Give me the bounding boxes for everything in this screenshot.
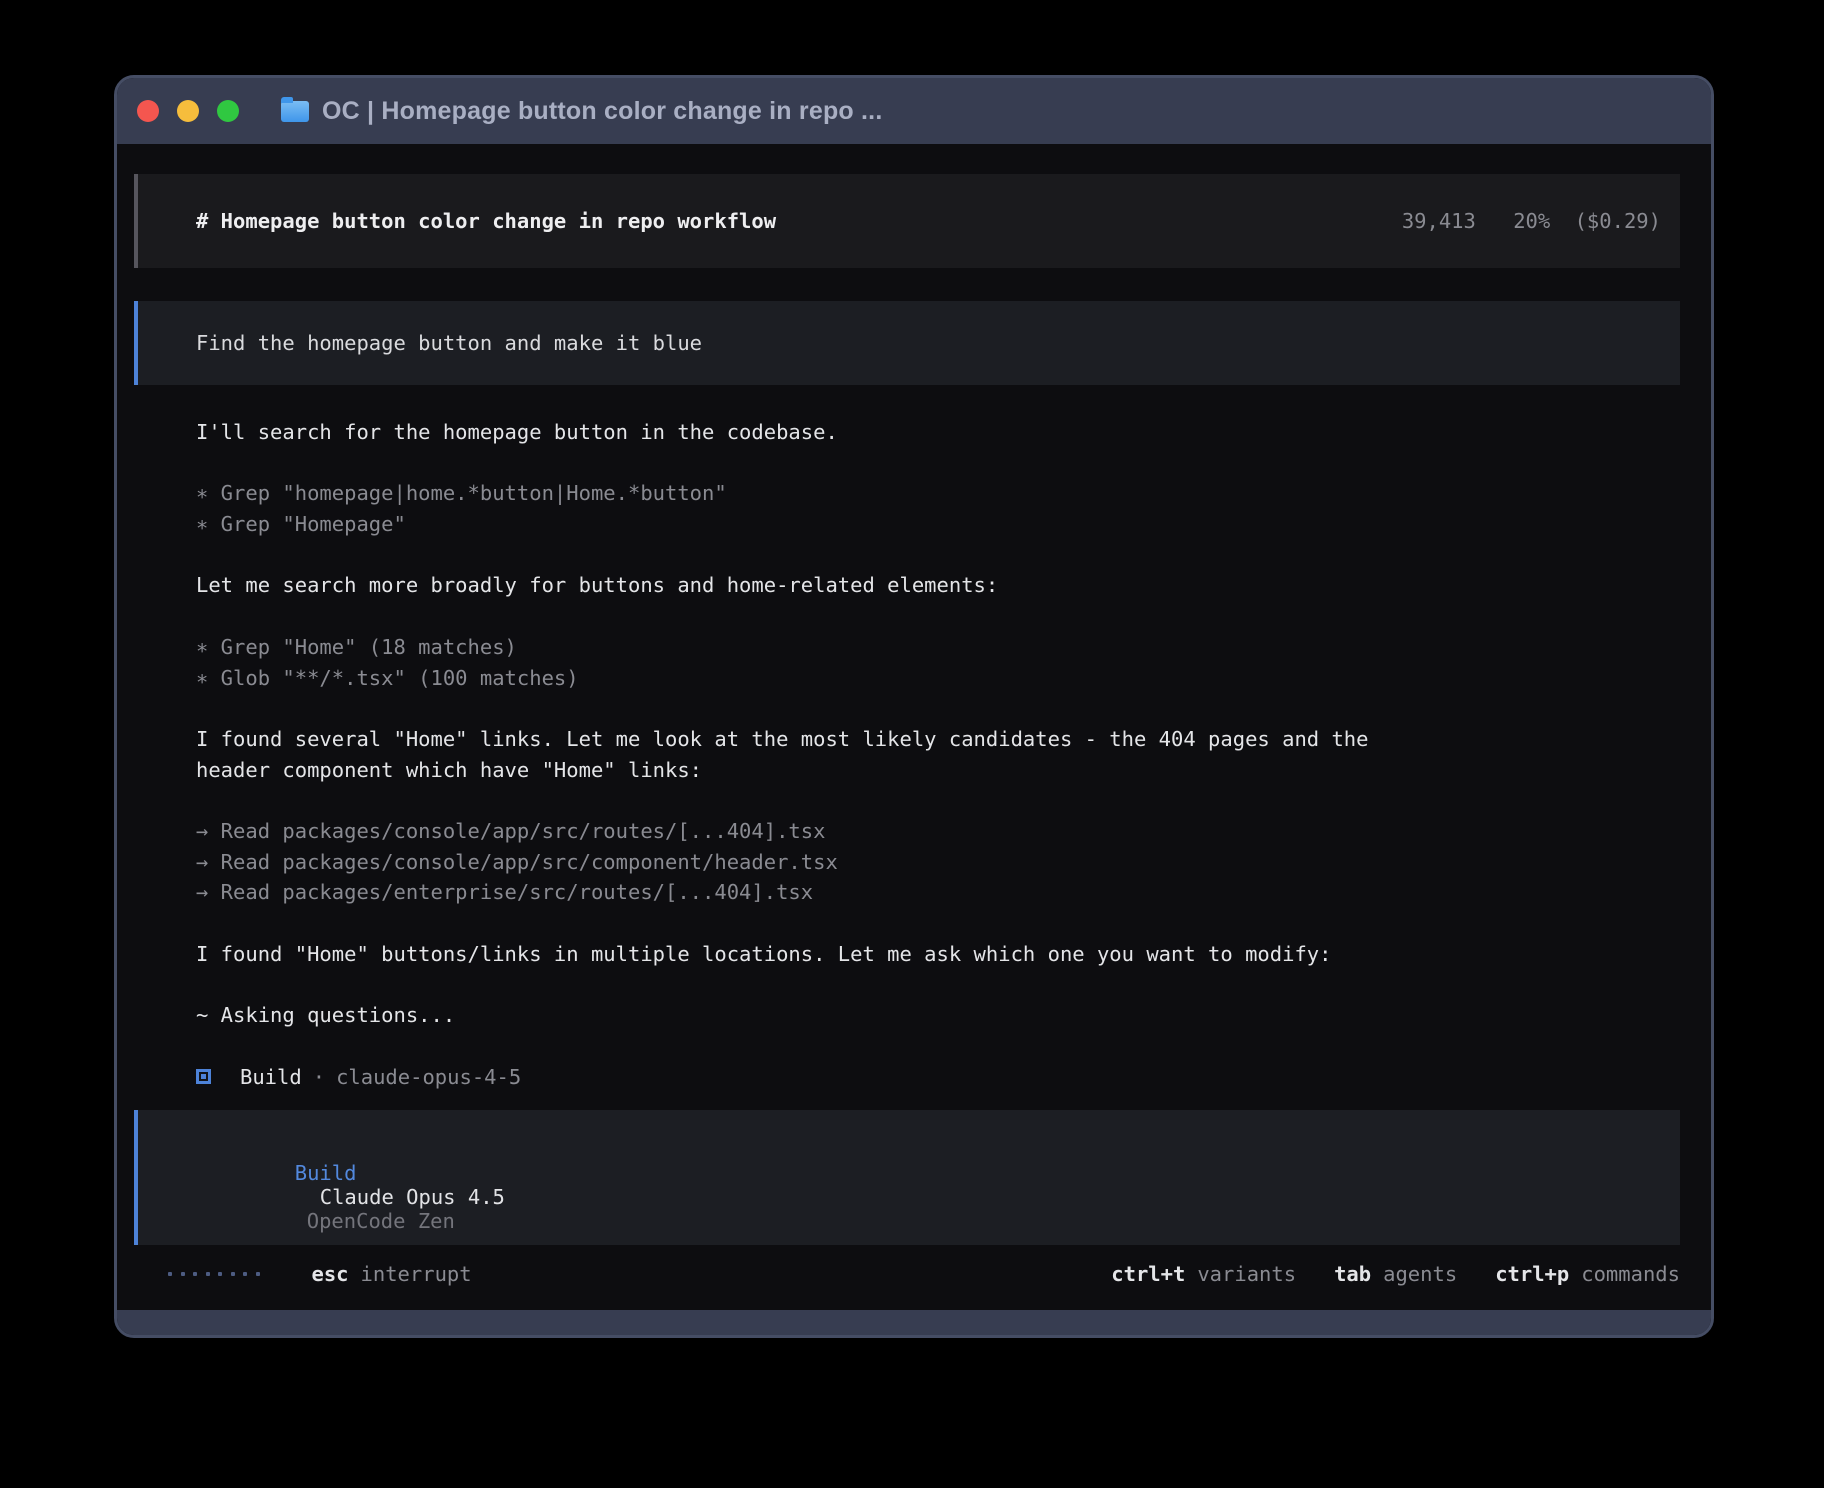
spinner-dot [256, 1272, 260, 1276]
transcript-blank-line [196, 540, 1680, 571]
keyboard-hints: ctrl+t variants tab agents ctrl+p comman… [1111, 1262, 1680, 1286]
transcript-line: → Read packages/console/app/src/componen… [196, 847, 1680, 878]
terminal-window: OC | Homepage button color change in rep… [114, 75, 1714, 1338]
input-model-label: Claude Opus 4.5 [320, 1185, 505, 1209]
esc-key: esc [312, 1262, 349, 1286]
agent-separator: · [313, 1065, 325, 1089]
transcript-line: I found "Home" buttons/links in multiple… [196, 939, 1680, 970]
spinner-dot [231, 1272, 235, 1276]
agent-status-row: Build · claude-opus-4-5 [196, 1061, 1680, 1092]
transcript-line: header component which have "Home" links… [196, 755, 1680, 786]
session-header: # Homepage button color change in repo w… [134, 174, 1680, 268]
close-button[interactable] [137, 100, 159, 122]
commands-hint: ctrl+p commands [1495, 1262, 1680, 1286]
transcript-blank-line [196, 785, 1680, 816]
input-provider-label: OpenCode Zen [307, 1209, 455, 1233]
transcript-blank-line [196, 908, 1680, 939]
terminal-content: # Homepage button color change in repo w… [117, 144, 1711, 1316]
agent-model: claude-opus-4-5 [336, 1065, 521, 1089]
transcript-blank-line [196, 693, 1680, 724]
transcript-line: → Read packages/console/app/src/routes/[… [196, 816, 1680, 847]
agents-hint: tab agents [1334, 1262, 1457, 1286]
context-percentage: 20% [1513, 209, 1550, 233]
transcript-blank-line [196, 969, 1680, 1000]
spinner-dot [243, 1272, 247, 1276]
transcript-line: ~ Asking questions... [196, 1000, 1680, 1031]
build-agent-icon [196, 1069, 211, 1084]
window-bottom-edge [117, 1310, 1711, 1335]
window-title: OC | Homepage button color change in rep… [322, 97, 882, 126]
agent-name: Build [240, 1065, 302, 1089]
zoom-button[interactable] [217, 100, 239, 122]
transcript-blank-line [196, 448, 1680, 479]
transcript-line: → Read packages/enterprise/src/routes/[.… [196, 877, 1680, 908]
spinner-dots [168, 1272, 260, 1276]
variants-hint: ctrl+t variants [1111, 1262, 1296, 1286]
spinner-dot [206, 1272, 210, 1276]
token-count: 39,413 [1402, 209, 1476, 233]
transcript-line: Let me search more broadly for buttons a… [196, 570, 1680, 601]
session-stats: 39,413 20% ($0.29) [1402, 209, 1661, 233]
transcript: I'll search for the homepage button in t… [196, 417, 1680, 1061]
spinner-dot [168, 1272, 172, 1276]
traffic-lights [137, 100, 239, 122]
spinner-dot [181, 1272, 185, 1276]
spinner-dot [193, 1272, 197, 1276]
folder-icon [281, 101, 309, 122]
input-agent-label: Build [295, 1161, 357, 1185]
transcript-line: ∗ Grep "Home" (18 matches) [196, 632, 1680, 663]
user-message-text: Find the homepage button and make it blu… [196, 331, 702, 355]
transcript-line: ∗ Grep "homepage|home.*button|Home.*butt… [196, 478, 1680, 509]
transcript-line: ∗ Grep "Homepage" [196, 509, 1680, 540]
spinner-dot [218, 1272, 222, 1276]
transcript-blank-line [196, 1031, 1680, 1062]
transcript-line: I'll search for the homepage button in t… [196, 417, 1680, 448]
input-meta: Build Claude Opus 4.5 OpenCode Zen [196, 1137, 505, 1257]
transcript-line: ∗ Glob "**/*.tsx" (100 matches) [196, 663, 1680, 694]
window-titlebar[interactable]: OC | Homepage button color change in rep… [117, 78, 1711, 144]
session-cost: ($0.29) [1575, 209, 1661, 233]
interrupt-hint: esc interrupt [312, 1262, 472, 1286]
transcript-blank-line [196, 601, 1680, 632]
user-message: Find the homepage button and make it blu… [134, 301, 1680, 385]
status-bar: esc interrupt ctrl+t variants tab agents… [134, 1259, 1680, 1289]
transcript-line: I found several "Home" links. Let me loo… [196, 724, 1680, 755]
session-title: # Homepage button color change in repo w… [196, 209, 776, 233]
minimize-button[interactable] [177, 100, 199, 122]
prompt-input[interactable]: Build Claude Opus 4.5 OpenCode Zen [134, 1110, 1680, 1245]
